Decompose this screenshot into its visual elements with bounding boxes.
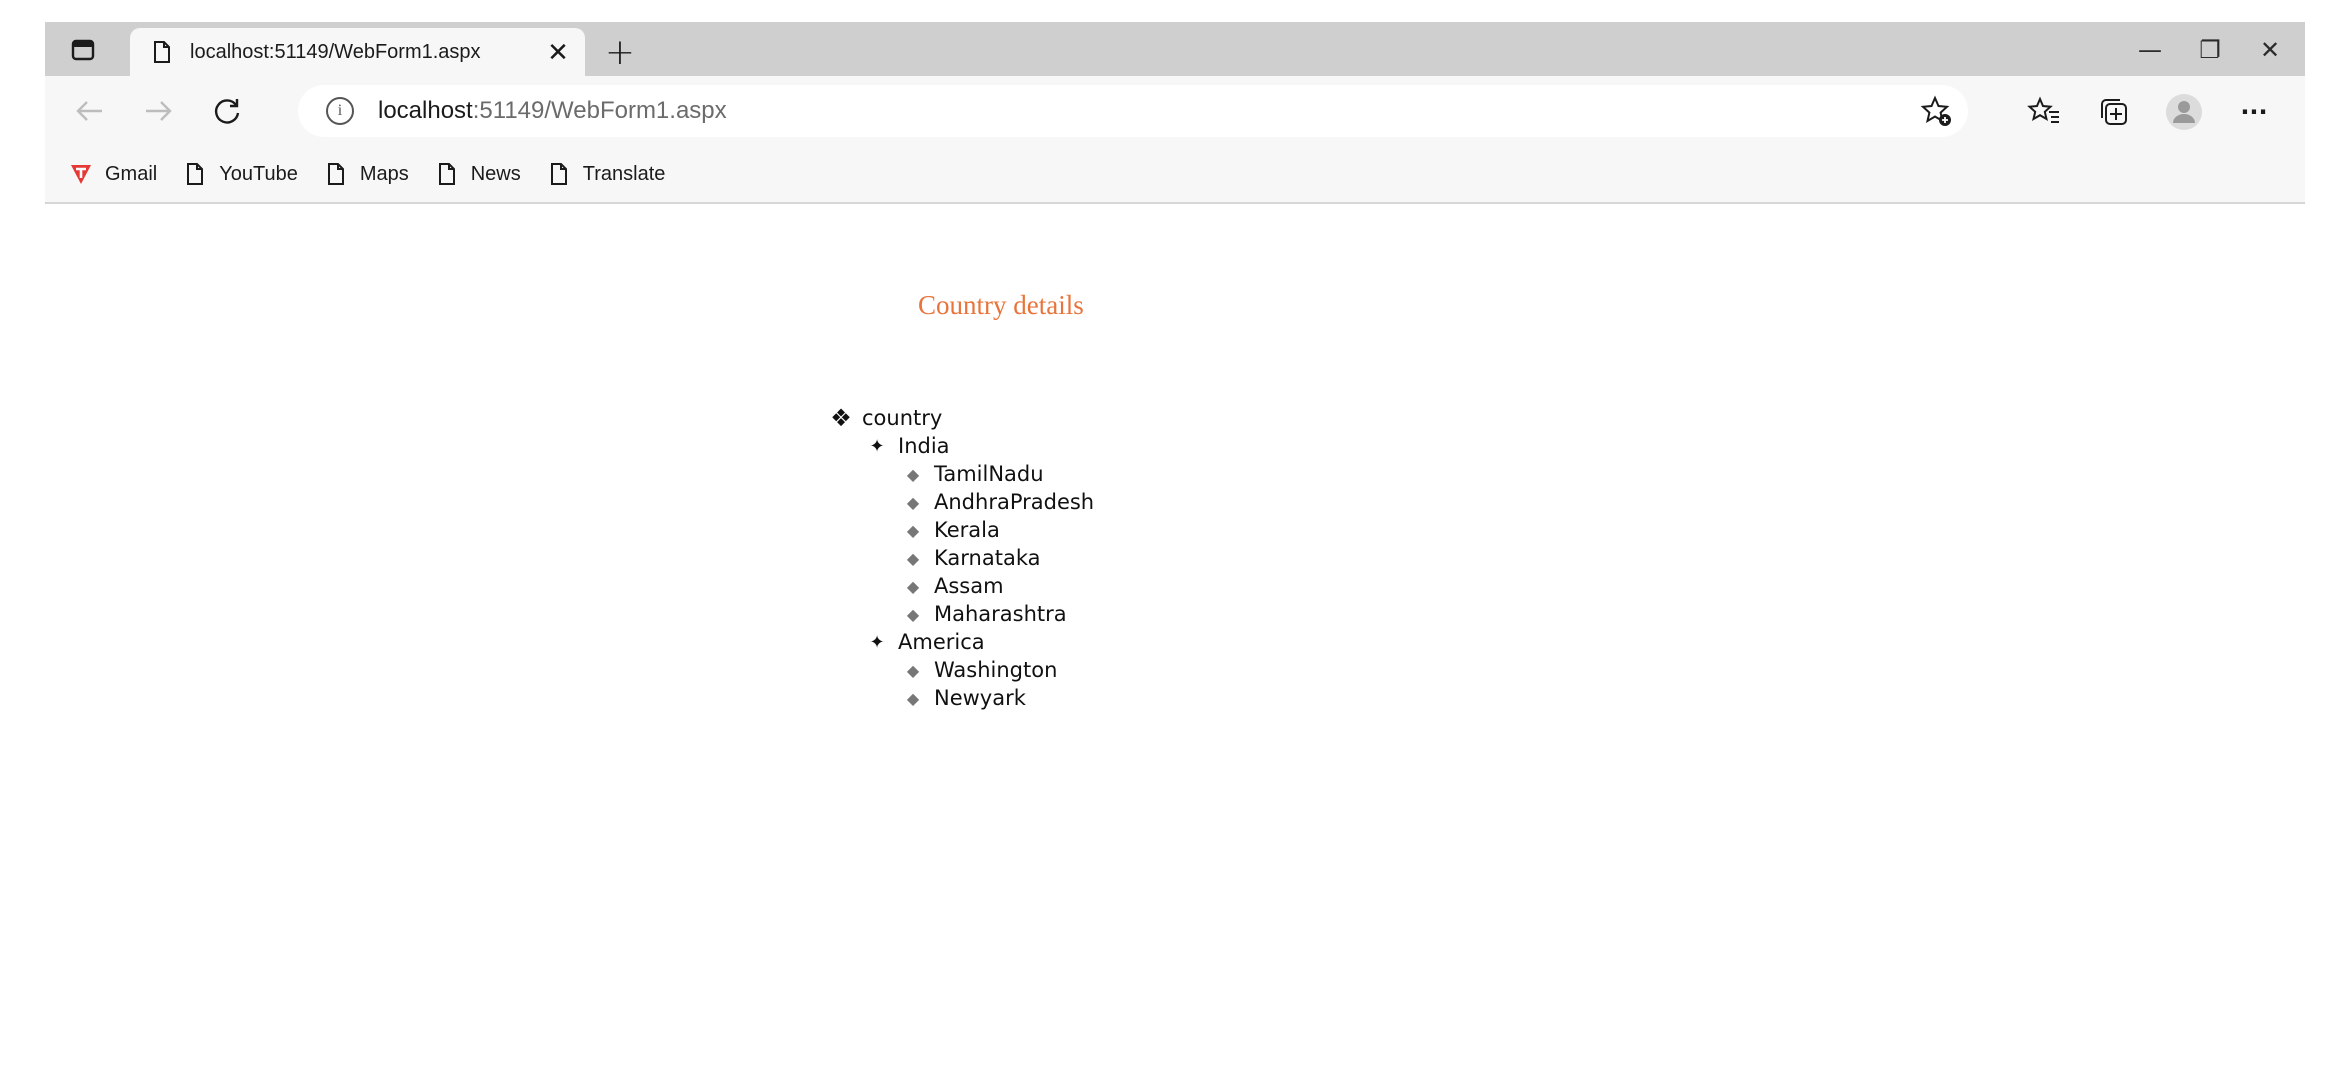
- small-diamond-bullet-icon: ◆: [906, 464, 920, 484]
- page-icon: [150, 40, 174, 64]
- tree-node-label: Karnataka: [934, 546, 1041, 570]
- tab-close-icon[interactable]: ✕: [545, 38, 571, 68]
- small-diamond-bullet-icon: ◆: [906, 604, 920, 624]
- tab-title: localhost:51149/WebForm1.aspx: [190, 40, 481, 63]
- bookmark-label: News: [470, 162, 521, 185]
- small-diamond-bullet-icon: ◆: [906, 688, 920, 708]
- small-diamond-bullet-icon: ◆: [906, 492, 920, 512]
- tree-node-state[interactable]: ◆ Newyark: [902, 684, 1026, 712]
- page-icon: [547, 162, 571, 186]
- tree-node-label: India: [898, 434, 950, 458]
- bookmark-label: Maps: [359, 162, 409, 185]
- tree-node-label: America: [898, 630, 985, 654]
- browser-toolbar: i localhost:51149/WebForm1.aspx ···: [45, 76, 2305, 146]
- bookmark-translate[interactable]: Translate: [547, 154, 666, 194]
- profile-avatar-icon[interactable]: [2165, 93, 2203, 131]
- bookmarks-bar: Gmail YouTube Maps News Translate: [45, 146, 2305, 204]
- gmail-icon: [69, 162, 93, 186]
- tree-node-label: Newyark: [934, 686, 1026, 710]
- tree-node-label: Assam: [934, 574, 1004, 598]
- minimize-button[interactable]: —: [2120, 30, 2180, 70]
- diamond-bullet-icon: ✦: [869, 631, 885, 653]
- tree-node-state[interactable]: ◆ Maharashtra: [902, 600, 1067, 628]
- active-tab[interactable]: localhost:51149/WebForm1.aspx ✕: [130, 28, 585, 76]
- bookmark-gmail[interactable]: Gmail: [69, 154, 157, 194]
- tree-node-state[interactable]: ◆ Washington: [902, 656, 1058, 684]
- restore-button[interactable]: ❐: [2180, 30, 2240, 70]
- new-tab-button[interactable]: +: [600, 32, 640, 73]
- collections-icon[interactable]: [2095, 93, 2133, 131]
- bookmark-news[interactable]: News: [435, 154, 521, 194]
- tree-node-label: TamilNadu: [934, 462, 1044, 486]
- site-info-icon[interactable]: i: [326, 97, 354, 125]
- refresh-button[interactable]: [205, 89, 249, 133]
- page-icon: [324, 162, 348, 186]
- tree-node-label: Maharashtra: [934, 602, 1067, 626]
- tree-node-state[interactable]: ◆ Karnataka: [902, 544, 1041, 572]
- tree-root-node[interactable]: ❖ country: [830, 404, 942, 432]
- bookmark-maps[interactable]: Maps: [324, 154, 409, 194]
- bookmark-label: Translate: [582, 162, 666, 185]
- tab-actions-button[interactable]: [63, 30, 103, 70]
- small-diamond-bullet-icon: ◆: [906, 520, 920, 540]
- tab-actions-icon: [71, 39, 95, 61]
- bookmark-label: Gmail: [105, 162, 158, 185]
- diamond-bullet-icon: ✦: [869, 435, 885, 457]
- tree-node-country[interactable]: ✦ America: [866, 628, 985, 656]
- tree-node-state[interactable]: ◆ TamilNadu: [902, 460, 1044, 488]
- tree-node-country[interactable]: ✦ India: [866, 432, 950, 460]
- page-heading: Country details: [918, 290, 1084, 320]
- address-url: localhost:51149/WebForm1.aspx: [378, 97, 727, 124]
- tree-node-label: Washington: [934, 658, 1058, 682]
- back-button[interactable]: [67, 89, 111, 133]
- tree-node-label: country: [862, 406, 943, 430]
- forward-button[interactable]: [137, 89, 181, 133]
- address-bar[interactable]: i localhost:51149/WebForm1.aspx: [298, 85, 1968, 137]
- forward-arrow-icon: [146, 101, 172, 121]
- refresh-icon: [214, 99, 240, 124]
- more-menu-icon[interactable]: ···: [2235, 93, 2273, 131]
- tree-node-state[interactable]: ◆ Assam: [902, 572, 1004, 600]
- tree-node-label: Kerala: [934, 518, 1000, 542]
- four-diamond-bullet-icon: ❖: [830, 404, 852, 432]
- tree-node-label: AndhraPradesh: [934, 490, 1095, 514]
- add-favorite-icon[interactable]: [1920, 95, 1954, 129]
- back-arrow-icon: [76, 101, 102, 121]
- close-window-button[interactable]: ✕: [2240, 30, 2300, 70]
- page-icon: [435, 162, 459, 186]
- tree-node-state[interactable]: ◆ Kerala: [902, 516, 1000, 544]
- bookmark-youtube[interactable]: YouTube: [183, 154, 298, 194]
- small-diamond-bullet-icon: ◆: [906, 660, 920, 680]
- browser-window: localhost:51149/WebForm1.aspx ✕ + — ❐ ✕ …: [45, 0, 2305, 204]
- page-icon: [183, 162, 207, 186]
- small-diamond-bullet-icon: ◆: [906, 576, 920, 596]
- favorites-icon[interactable]: [2025, 93, 2063, 131]
- tab-strip: localhost:51149/WebForm1.aspx ✕ + — ❐ ✕: [45, 22, 2305, 76]
- small-diamond-bullet-icon: ◆: [906, 548, 920, 568]
- tree-node-state[interactable]: ◆ AndhraPradesh: [902, 488, 1094, 516]
- bookmark-label: YouTube: [219, 162, 298, 185]
